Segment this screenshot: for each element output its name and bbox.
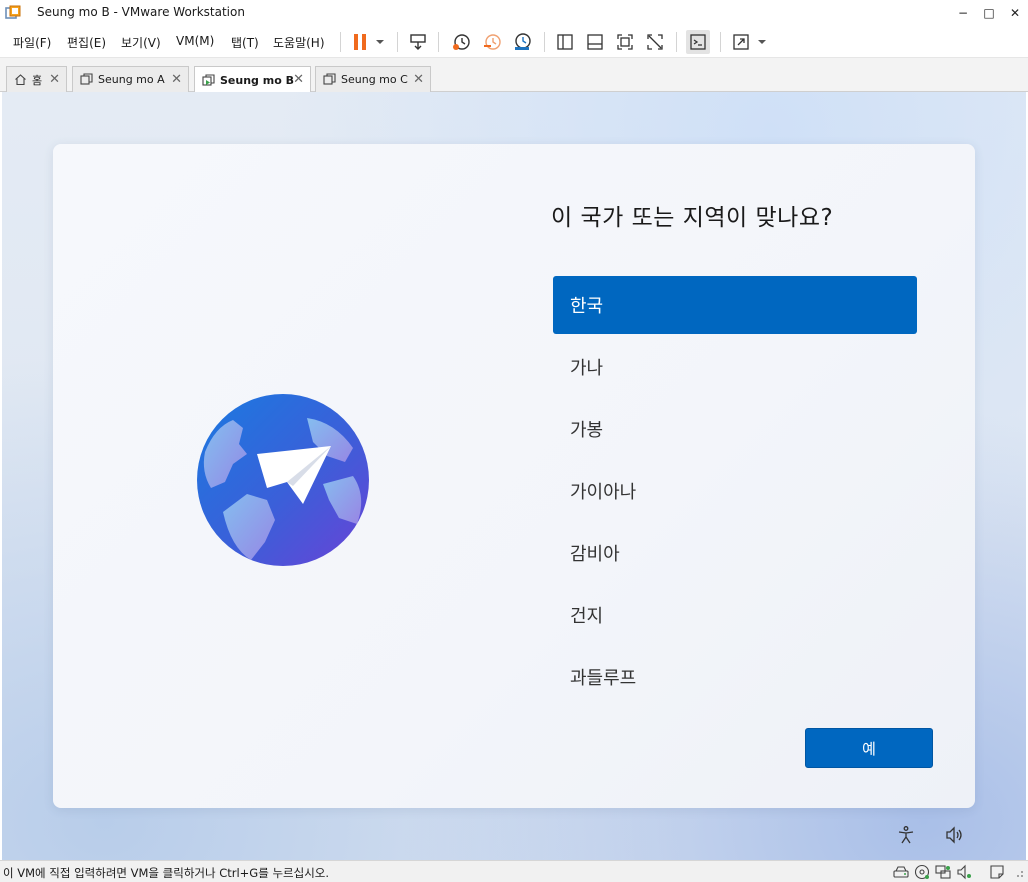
dropdown-arrow-icon[interactable]	[752, 30, 772, 54]
maximize-button[interactable]: □	[976, 0, 1002, 26]
close-button[interactable]: ✕	[1002, 0, 1028, 26]
unity-icon[interactable]	[643, 30, 667, 54]
snapshot-revert-icon[interactable]	[480, 30, 504, 54]
tab-seung-mo-a[interactable]: Seung mo A ✕	[72, 66, 189, 92]
message-log-icon[interactable]	[989, 864, 1005, 880]
close-icon[interactable]: ✕	[49, 72, 60, 87]
vmware-logo-icon	[5, 5, 21, 21]
resize-grip-icon[interactable]	[1010, 864, 1026, 880]
tab-label: Seung mo C	[341, 73, 408, 86]
menu-file[interactable]: 파일(F)	[13, 34, 51, 51]
menu-tabs[interactable]: 탭(T)	[231, 34, 259, 51]
tab-seung-mo-c[interactable]: Seung mo C ✕	[315, 66, 431, 92]
menu-help[interactable]: 도움말(H)	[273, 34, 325, 51]
send-ctrl-alt-del-icon[interactable]	[406, 30, 430, 54]
country-option-selected[interactable]: 한국	[553, 276, 917, 334]
tab-label: Seung mo A	[98, 73, 165, 86]
vm-icon	[322, 73, 336, 87]
dropdown-arrow-icon[interactable]	[370, 30, 390, 54]
home-icon	[13, 73, 27, 87]
accessibility-icon[interactable]	[894, 823, 918, 847]
status-message: 이 VM에 직접 입력하려면 VM을 클릭하거나 Ctrl+G를 누르십시오.	[3, 866, 330, 880]
tab-seung-mo-b[interactable]: Seung mo B ✕	[194, 66, 311, 93]
toolbar-separator	[438, 32, 439, 52]
full-screen-icon[interactable]	[613, 30, 637, 54]
minimize-button[interactable]: −	[950, 0, 976, 26]
status-bar: 이 VM에 직접 입력하려면 VM을 클릭하거나 Ctrl+G를 누르십시오.	[0, 860, 1028, 882]
country-option[interactable]: 감비아	[553, 524, 917, 582]
toolbar-separator	[720, 32, 721, 52]
volume-icon[interactable]	[942, 823, 966, 847]
tab-label: 홈	[32, 73, 43, 87]
menu-toolbar: 파일(F) 편집(E) 보기(V) VM(M) 탭(T) 도움말(H)	[0, 26, 1028, 58]
title-bar: Seung mo B - VMware Workstation − □ ✕	[0, 0, 1028, 26]
hard-disk-icon[interactable]	[893, 864, 909, 880]
menu-view[interactable]: 보기(V)	[121, 34, 161, 51]
tab-bar: 홈 ✕ Seung mo A ✕ Seung mo B ✕ Seung mo C…	[0, 58, 1028, 93]
snapshot-manager-icon[interactable]	[510, 30, 534, 54]
country-option[interactable]: 과들루프	[553, 648, 917, 706]
toolbar-separator	[544, 32, 545, 52]
library-view-icon[interactable]	[553, 30, 577, 54]
tab-home[interactable]: 홈 ✕	[6, 66, 67, 92]
oobe-heading: 이 국가 또는 지역이 맞나요?	[551, 205, 834, 231]
network-adapter-icon[interactable]	[935, 864, 951, 880]
toolbar-separator	[340, 32, 341, 52]
close-icon[interactable]: ✕	[171, 72, 182, 87]
snapshot-take-icon[interactable]	[449, 30, 473, 54]
country-option[interactable]: 가나	[553, 338, 917, 396]
country-option[interactable]: 가봉	[553, 400, 917, 458]
stretch-icon[interactable]	[729, 30, 753, 54]
menu-vm[interactable]: VM(M)	[176, 34, 214, 48]
country-option[interactable]: 가이아나	[553, 462, 917, 520]
thumbnail-bar-icon[interactable]	[583, 30, 607, 54]
toolbar-separator	[676, 32, 677, 52]
close-icon[interactable]: ✕	[293, 72, 304, 87]
sound-card-icon[interactable]	[956, 864, 972, 880]
oobe-region-card: 이 국가 또는 지역이 맞나요? 한국 가나 가봉 가이아나 감비아 건지 과들…	[53, 144, 975, 808]
yes-button[interactable]: 예	[805, 728, 933, 768]
cd-dvd-icon[interactable]	[914, 864, 930, 880]
vm-console[interactable]: 이 국가 또는 지역이 맞나요? 한국 가나 가봉 가이아나 감비아 건지 과들…	[2, 92, 1026, 860]
tab-label: Seung mo B	[220, 73, 294, 87]
pause-icon[interactable]	[348, 30, 372, 54]
vm-icon	[79, 73, 93, 87]
close-icon[interactable]: ✕	[413, 72, 424, 87]
globe-paper-plane-icon	[197, 394, 369, 566]
window-title: Seung mo B - VMware Workstation	[37, 5, 245, 19]
country-option[interactable]: 건지	[553, 586, 917, 644]
vm-running-icon	[201, 73, 215, 87]
console-view-icon[interactable]	[686, 30, 710, 54]
menu-edit[interactable]: 편집(E)	[67, 34, 106, 51]
toolbar-separator	[397, 32, 398, 52]
